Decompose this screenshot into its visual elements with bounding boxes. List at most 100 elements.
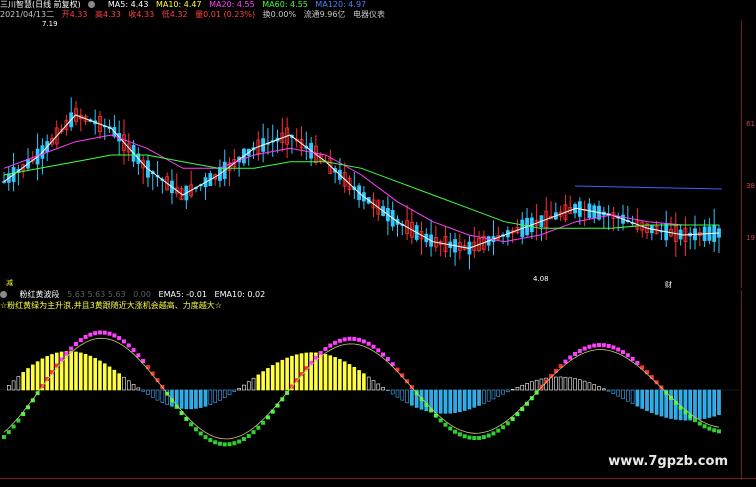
osc-bar [376, 383, 381, 391]
osc-bar [280, 359, 285, 391]
osc-step-block [107, 331, 112, 336]
osc-step-block [217, 441, 222, 446]
osc-step-block [357, 337, 362, 342]
osc-step-block [318, 351, 323, 356]
osc-bar [616, 389, 621, 397]
osc-bar [222, 389, 227, 398]
osc-bar [371, 380, 376, 391]
osc-step-block [443, 422, 448, 427]
osc-step-block [577, 348, 582, 353]
zero-value: 0.00 [133, 290, 151, 299]
osc-bar [141, 389, 145, 392]
osc-step-block [467, 435, 472, 440]
osc-step-block [21, 412, 26, 417]
ma5-label: MA5: 4.43 [107, 0, 149, 9]
osc-bar [467, 389, 472, 410]
low-annotation: 4.08 [533, 275, 549, 283]
indicator-name[interactable]: 粉红黄波段 [20, 290, 60, 299]
osc-bar [318, 353, 323, 391]
date-label: 2021/04/13二 [0, 10, 55, 19]
osc-bar [606, 389, 611, 392]
osc-step-block [256, 425, 261, 430]
osc-step-block [395, 367, 400, 372]
osc-bar [434, 389, 438, 414]
osc-bar [400, 389, 405, 401]
osc-bar [261, 371, 265, 391]
osc-bar [35, 361, 40, 391]
osc-bar [525, 383, 529, 391]
osc-bar [592, 384, 597, 391]
sector-label: 电器仪表 [352, 10, 385, 19]
osc-step-block [11, 424, 16, 429]
osc-step-block [126, 343, 131, 348]
osc-step-block [381, 352, 386, 357]
osc-bar [410, 389, 414, 406]
osc-step-block [529, 396, 534, 401]
settings-icon[interactable] [88, 0, 100, 9]
osc-step-block [573, 351, 578, 356]
ema10-label: EMA10: 0.02 [214, 290, 266, 299]
osc-step-block [136, 353, 141, 358]
ma120-label: MA120: 4.97 [315, 0, 367, 9]
osc-step-block [83, 335, 88, 340]
osc-step-block [328, 343, 333, 348]
watermark: www.7gpzb.com [608, 454, 728, 469]
osc-step-block [222, 442, 227, 447]
osc-bar [477, 389, 481, 406]
osc-step-block [491, 431, 496, 436]
osc-bar [69, 351, 73, 391]
osc-bar [635, 389, 640, 407]
note-text: ☆粉红黄绿为主升浪,并且3黄跟随近大涨机会越高、力度越大☆ [0, 301, 222, 310]
osc-bar [88, 355, 93, 391]
osc-step-block [198, 431, 203, 436]
osc-step-block [347, 336, 352, 341]
osc-bar [501, 389, 505, 395]
osc-bar [266, 368, 270, 391]
price-chart[interactable] [0, 20, 742, 288]
osc-step-block [88, 332, 93, 337]
osc-step-block [97, 330, 102, 335]
osc-bar [218, 389, 222, 401]
osc-bar [554, 376, 558, 391]
sub-indicator-header: 粉红黄波段 5.63 5.63 5.63 0.00 EMA5: -0.01 EM… [0, 290, 270, 300]
osc-step-block [131, 348, 136, 353]
osc-step-block [241, 437, 246, 442]
osc-bar [707, 389, 712, 418]
osc-bar [390, 389, 395, 395]
osc-bar [189, 389, 193, 410]
osc-step-block [707, 426, 712, 431]
ma-line-ma20 [3, 134, 719, 243]
osc-step-block [582, 346, 587, 351]
osc-step-block [2, 434, 6, 439]
osc-bar [78, 352, 83, 391]
ma10-label: MA10: 4.47 [155, 0, 202, 9]
osc-bar [717, 389, 721, 415]
osc-bar [534, 379, 539, 391]
osc-step-block [246, 433, 251, 438]
low-label: 低4.32 [161, 10, 188, 19]
osc-step-block [501, 425, 506, 430]
osc-bar [491, 389, 496, 400]
osc-bar [21, 372, 25, 391]
stock-title[interactable]: 三川智慧(日线 前复权) [0, 0, 81, 9]
osc-bar [702, 389, 707, 419]
osc-step-block [102, 330, 107, 335]
ma60-label: MA60: 4.55 [262, 0, 308, 9]
sub-settings-icon[interactable] [0, 290, 12, 299]
osc-bar [621, 389, 625, 399]
osc-bar [506, 389, 510, 393]
osc-step-block [621, 350, 626, 355]
osc-bar [366, 376, 371, 391]
osc-bar [232, 389, 237, 392]
osc-bar [573, 378, 577, 391]
ema5-label: EMA5: -0.01 [158, 290, 207, 299]
osc-bar [146, 389, 150, 395]
osc-bar [453, 389, 457, 413]
osc-bar [338, 359, 342, 391]
osc-bar [328, 355, 333, 391]
osc-step-block [313, 355, 318, 360]
osc-bar [309, 352, 313, 391]
osc-step-block [486, 433, 491, 438]
osc-bar [270, 365, 275, 391]
osc-bar [486, 389, 491, 402]
